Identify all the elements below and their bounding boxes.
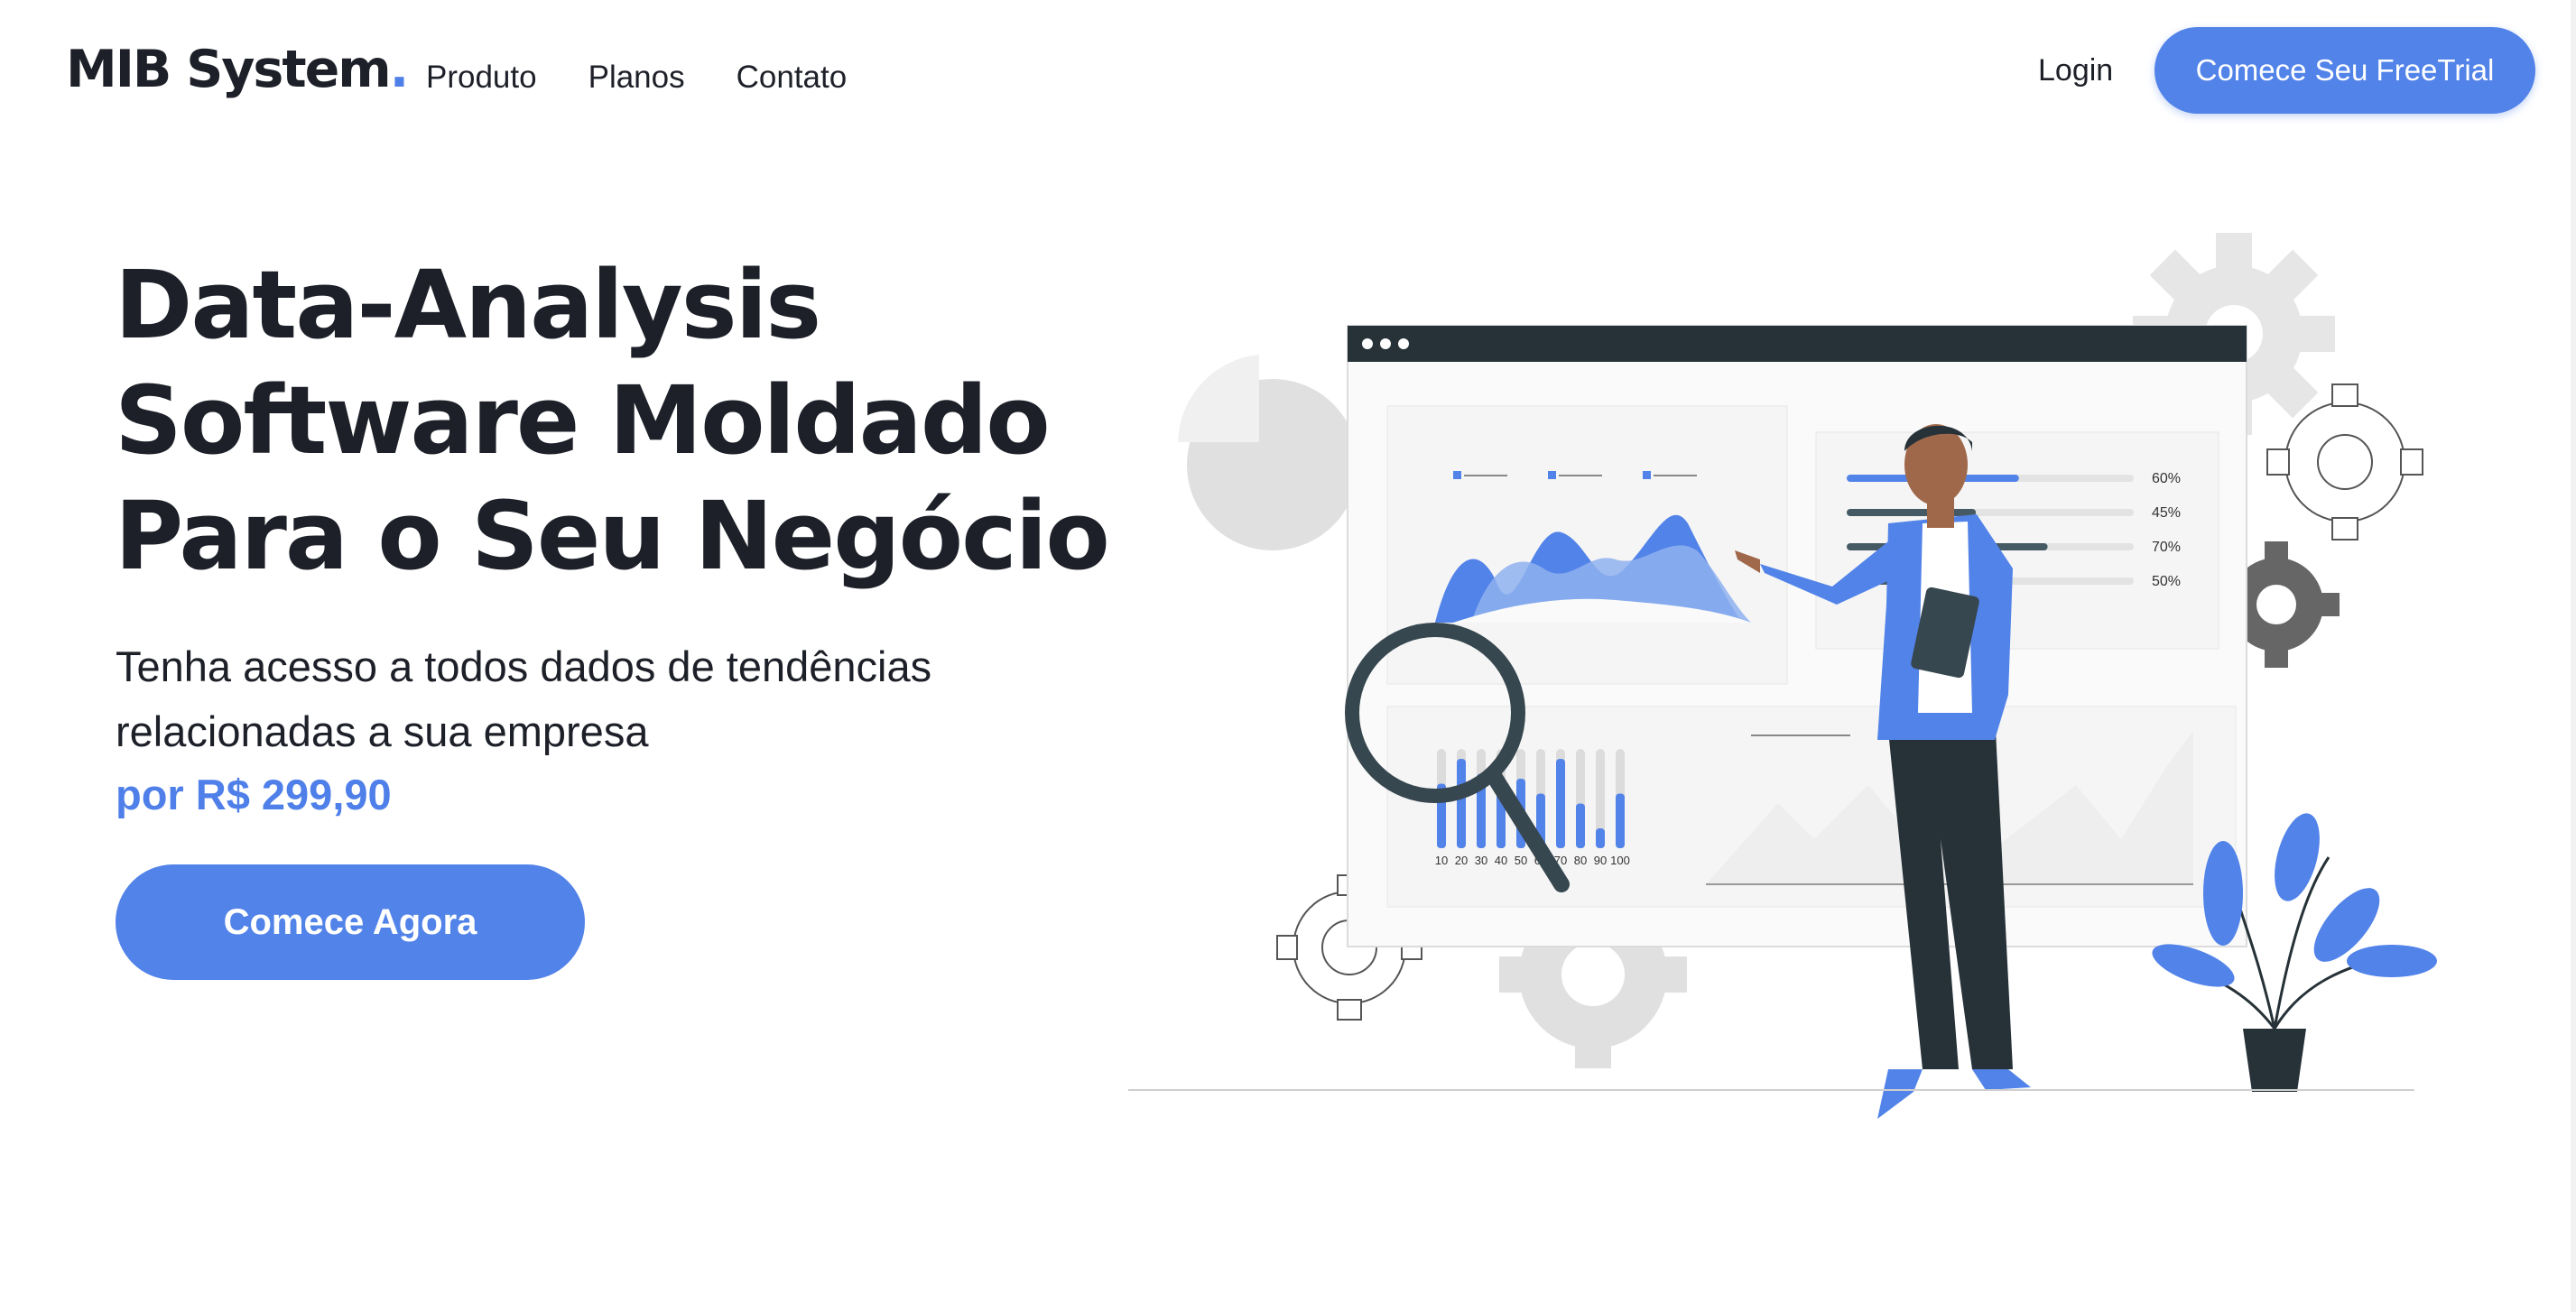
brand-dot: . <box>389 40 410 99</box>
bar-axis-label: 50 <box>1515 854 1527 867</box>
progress-label: 45% <box>2152 505 2181 521</box>
hero-subtitle-line: Tenha acesso a todos dados de tendências <box>116 642 932 690</box>
bar-axis-label: 40 <box>1495 854 1507 867</box>
hero-title: Data-Analysis Software Moldado Para o Se… <box>115 247 1110 594</box>
pie-chart-icon <box>1178 355 1358 550</box>
bar-axis-label: 100 <box>1610 854 1630 867</box>
progress-fill <box>1847 509 1977 516</box>
hero-subtitle: Tenha acesso a todos dados de tendências… <box>116 634 1018 764</box>
bar-axis-label: 90 <box>1594 854 1607 867</box>
progress-label: 60% <box>2152 471 2181 486</box>
hero-title-line: Para o Seu Negócio <box>115 481 1110 591</box>
bar <box>1596 828 1605 848</box>
bar-axis-label: 30 <box>1475 854 1487 867</box>
progress-label: 70% <box>2152 540 2181 555</box>
bar <box>1616 793 1625 848</box>
bar <box>1576 803 1585 848</box>
data-analysis-illustration: 102030405060708090100 60%45%70%50% <box>1128 233 2437 1119</box>
hero-price: por R$ 299,90 <box>116 771 392 818</box>
bar-axis-label: 80 <box>1574 854 1587 867</box>
nav-link-planos[interactable]: Planos <box>588 60 685 96</box>
main-nav: Produto Planos Contato <box>426 60 898 96</box>
start-now-button[interactable]: Comece Agora <box>116 864 585 980</box>
hero-title-line: Data-Analysis <box>115 250 821 360</box>
brand-logo[interactable]: MIB System. <box>66 40 410 99</box>
scrollbar[interactable] <box>2571 0 2576 1312</box>
login-link[interactable]: Login <box>2038 53 2113 88</box>
free-trial-button[interactable]: Comece Seu FreeTrial <box>2154 27 2535 114</box>
bar-axis-label: 10 <box>1435 854 1448 867</box>
hero-title-line: Software Moldado <box>115 365 1051 476</box>
progress-label: 50% <box>2152 574 2181 589</box>
bar-axis-label: 20 <box>1455 854 1468 867</box>
brand-name: MIB System <box>66 40 392 99</box>
hero-subtitle-line: relacionadas a sua empresa <box>116 707 649 755</box>
nav-link-contato[interactable]: Contato <box>737 60 848 96</box>
nav-link-produto[interactable]: Produto <box>426 60 537 96</box>
bar <box>1457 759 1466 848</box>
bar <box>1556 759 1565 848</box>
